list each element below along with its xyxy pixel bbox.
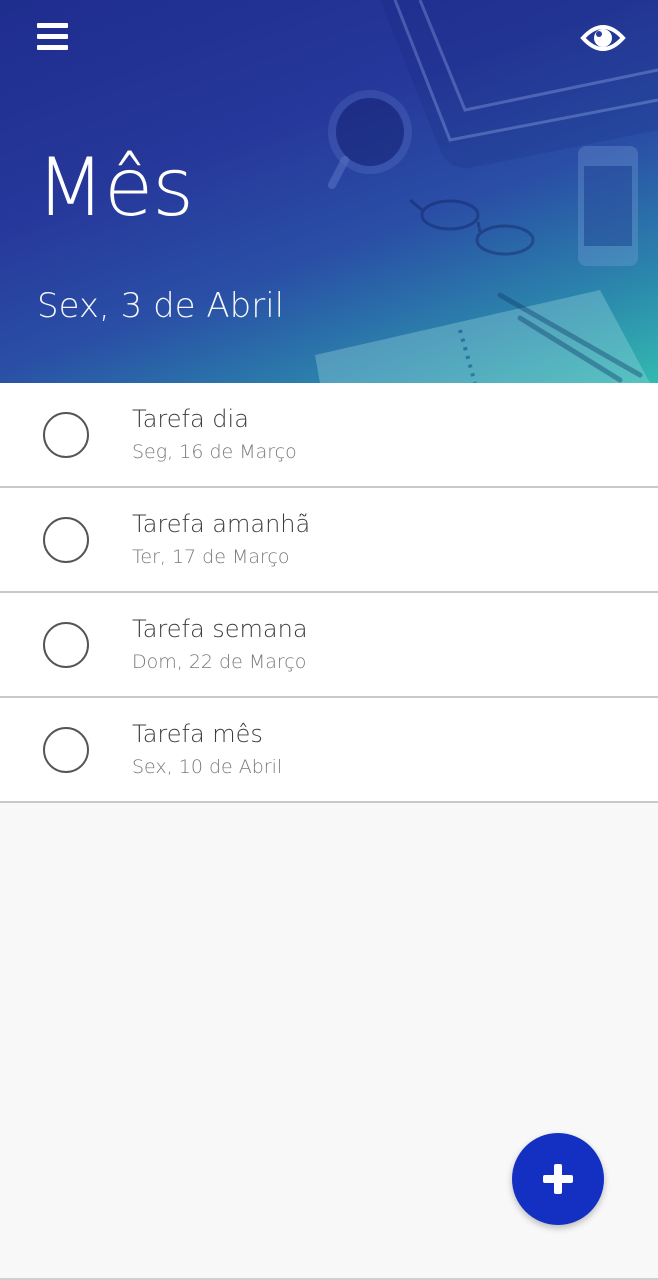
- task-date: Ter, 17 de Março: [132, 546, 290, 568]
- task-item[interactable]: Tarefa dia Seg, 16 de Março: [0, 383, 658, 488]
- task-checkbox[interactable]: [43, 517, 89, 563]
- task-title: Tarefa semana: [132, 615, 308, 643]
- task-checkbox[interactable]: [43, 727, 89, 773]
- header-banner: Mês Sex, 3 de Abril: [0, 0, 658, 383]
- task-checkbox[interactable]: [43, 622, 89, 668]
- task-title: Tarefa amanhã: [132, 510, 311, 538]
- task-item[interactable]: Tarefa amanhã Ter, 17 de Março: [0, 488, 658, 593]
- task-title: Tarefa dia: [132, 405, 249, 433]
- task-item[interactable]: Tarefa semana Dom, 22 de Março: [0, 593, 658, 698]
- task-date: Dom, 22 de Março: [132, 651, 307, 673]
- menu-button[interactable]: [30, 16, 74, 60]
- add-task-button[interactable]: [512, 1133, 604, 1225]
- visibility-toggle-button[interactable]: [580, 18, 626, 58]
- eye-icon: [580, 25, 626, 51]
- task-date: Sex, 10 de Abril: [132, 756, 283, 778]
- current-date: Sex, 3 de Abril: [37, 286, 285, 326]
- task-checkbox[interactable]: [43, 412, 89, 458]
- task-list: Tarefa dia Seg, 16 de Março Tarefa amanh…: [0, 383, 658, 803]
- task-item[interactable]: Tarefa mês Sex, 10 de Abril: [0, 698, 658, 803]
- task-date: Seg, 16 de Março: [132, 441, 297, 463]
- page-title: Mês: [36, 141, 194, 234]
- task-title: Tarefa mês: [132, 720, 263, 748]
